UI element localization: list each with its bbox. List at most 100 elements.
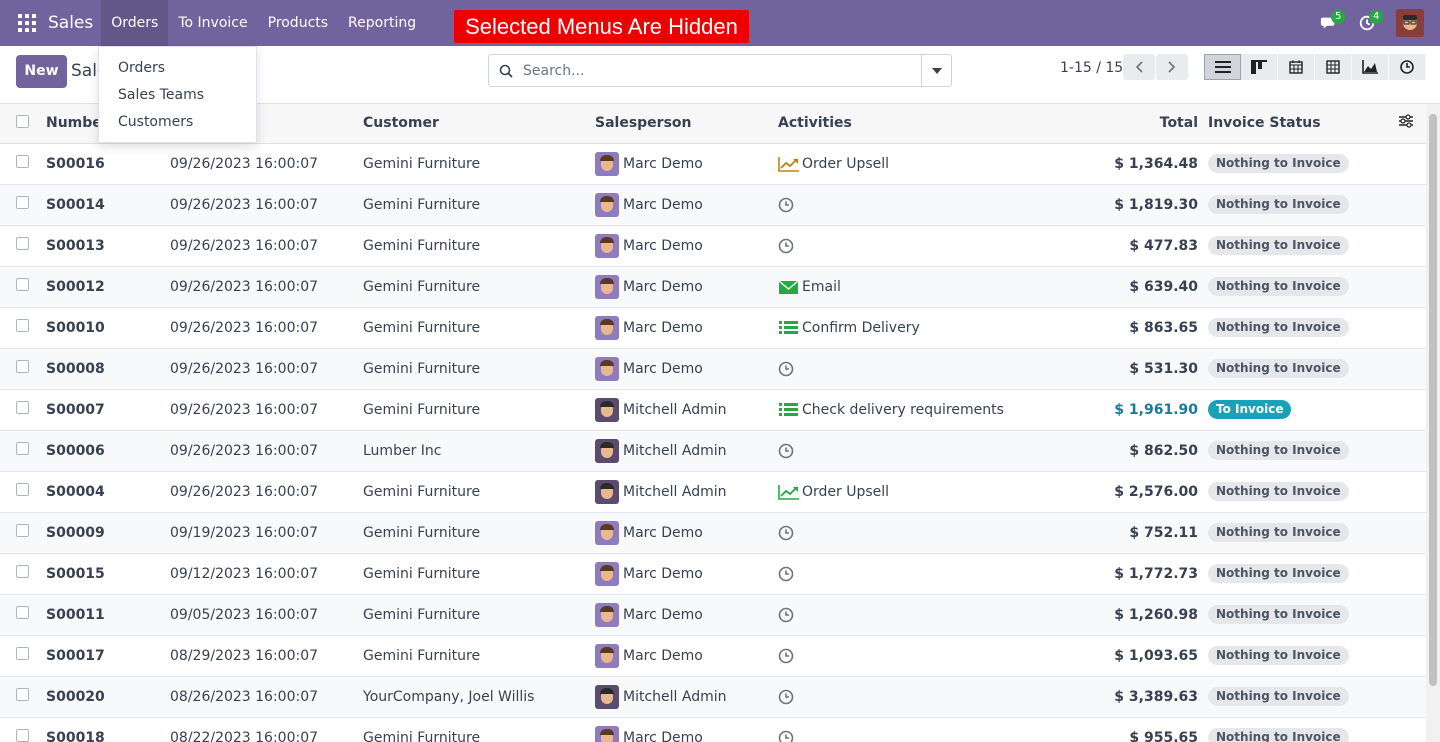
- salesperson[interactable]: Mitchell Admin: [595, 684, 778, 709]
- row-checkbox[interactable]: [16, 278, 29, 291]
- table-row[interactable]: S00018 08/22/2023 16:00:07 Gemini Furnitur…: [0, 717, 1426, 742]
- activity-widget[interactable]: Email: [778, 279, 1058, 295]
- salesperson[interactable]: Marc Demo: [595, 356, 778, 381]
- salesperson[interactable]: Marc Demo: [595, 315, 778, 340]
- row-checkbox[interactable]: [16, 155, 29, 168]
- table-row[interactable]: S00004 09/26/2023 16:00:07 Gemini Furnitur…: [0, 471, 1426, 512]
- activity-widget[interactable]: [778, 361, 1058, 377]
- activity-widget[interactable]: Order Upsell: [778, 156, 1058, 172]
- order-date: 09/19/2023 16:00:07: [170, 524, 319, 541]
- clock-icon: [778, 238, 796, 254]
- activity-widget[interactable]: [778, 238, 1058, 254]
- graph-view-button[interactable]: [1352, 54, 1389, 80]
- list-scrollbar[interactable]: [1426, 104, 1440, 742]
- activity-widget[interactable]: [778, 648, 1058, 664]
- pager-value[interactable]: 1-15 / 15: [1060, 60, 1123, 76]
- row-checkbox[interactable]: [16, 360, 29, 373]
- table-row[interactable]: S00009 09/19/2023 16:00:07 Gemini Furnitur…: [0, 512, 1426, 553]
- dropdown-item-orders[interactable]: Orders: [99, 55, 256, 82]
- salesperson[interactable]: Marc Demo: [595, 602, 778, 627]
- table-row[interactable]: S00016 09/26/2023 16:00:07 Gemini Furnitur…: [0, 143, 1426, 184]
- pager-next-button[interactable]: [1156, 54, 1188, 80]
- menu-products[interactable]: Products: [258, 0, 338, 46]
- column-salesperson[interactable]: Salesperson: [595, 104, 778, 144]
- salesperson[interactable]: Marc Demo: [595, 725, 778, 742]
- salesperson[interactable]: Marc Demo: [595, 274, 778, 299]
- table-row[interactable]: S00013 09/26/2023 16:00:07 Gemini Furnitur…: [0, 225, 1426, 266]
- salesperson[interactable]: Marc Demo: [595, 233, 778, 258]
- row-checkbox[interactable]: [16, 688, 29, 701]
- search-options-toggle[interactable]: [921, 55, 951, 86]
- activity-widget[interactable]: [778, 730, 1058, 742]
- salesperson[interactable]: Marc Demo: [595, 151, 778, 176]
- pager-previous-button[interactable]: [1123, 54, 1155, 80]
- optional-columns-icon[interactable]: [1398, 114, 1414, 128]
- table-row[interactable]: S00006 09/26/2023 16:00:07 Lumber Inc Mitch…: [0, 430, 1426, 471]
- order-date: 08/22/2023 16:00:07: [170, 729, 319, 742]
- activity-widget[interactable]: [778, 566, 1058, 582]
- activity-button[interactable]: 4: [1352, 0, 1384, 46]
- new-button[interactable]: New: [16, 55, 67, 88]
- column-invoice-status[interactable]: Invoice Status: [1208, 104, 1398, 144]
- salesperson[interactable]: Marc Demo: [595, 192, 778, 217]
- dropdown-item-sales-teams[interactable]: Sales Teams: [99, 82, 256, 109]
- table-row[interactable]: S00015 09/12/2023 16:00:07 Gemini Furnitur…: [0, 553, 1426, 594]
- row-checkbox[interactable]: [16, 606, 29, 619]
- row-checkbox[interactable]: [16, 442, 29, 455]
- select-all-checkbox[interactable]: [16, 114, 29, 128]
- order-number: S00011: [46, 606, 105, 623]
- activity-view-button[interactable]: [1389, 54, 1426, 80]
- scroll-thumb[interactable]: [1429, 114, 1437, 686]
- salesperson[interactable]: Mitchell Admin: [595, 479, 778, 504]
- activity-widget[interactable]: [778, 607, 1058, 623]
- menu-orders[interactable]: Orders: [101, 0, 169, 46]
- row-checkbox[interactable]: [16, 483, 29, 496]
- row-checkbox[interactable]: [16, 196, 29, 209]
- menu-reporting[interactable]: Reporting: [338, 0, 426, 46]
- table-row[interactable]: S00007 09/26/2023 16:00:07 Gemini Furnitur…: [0, 389, 1426, 430]
- customer-name: Gemini Furniture: [363, 278, 481, 295]
- salesperson[interactable]: Marc Demo: [595, 643, 778, 668]
- table-row[interactable]: S00020 08/26/2023 16:00:07 YourCompany, Jo…: [0, 676, 1426, 717]
- row-checkbox[interactable]: [16, 647, 29, 660]
- table-row[interactable]: S00012 09/26/2023 16:00:07 Gemini Furnitur…: [0, 266, 1426, 307]
- dropdown-item-customers[interactable]: Customers: [99, 109, 256, 136]
- apps-grid-icon[interactable]: [18, 14, 36, 32]
- row-checkbox[interactable]: [16, 237, 29, 250]
- app-name[interactable]: Sales: [48, 13, 93, 33]
- table-row[interactable]: S00017 08/29/2023 16:00:07 Gemini Furnitur…: [0, 635, 1426, 676]
- salesperson[interactable]: Mitchell Admin: [595, 438, 778, 463]
- pivot-view-button[interactable]: [1315, 54, 1352, 80]
- row-checkbox[interactable]: [16, 319, 29, 332]
- table-row[interactable]: S00010 09/26/2023 16:00:07 Gemini Furnitur…: [0, 307, 1426, 348]
- calendar-view-button[interactable]: [1278, 54, 1315, 80]
- table-row[interactable]: S00008 09/26/2023 16:00:07 Gemini Furnitur…: [0, 348, 1426, 389]
- salesperson[interactable]: Mitchell Admin: [595, 397, 778, 422]
- activity-widget[interactable]: [778, 443, 1058, 459]
- list-view-button[interactable]: [1204, 54, 1241, 80]
- row-checkbox[interactable]: [16, 565, 29, 578]
- activity-widget[interactable]: Confirm Delivery: [778, 320, 1058, 336]
- column-activities[interactable]: Activities: [778, 104, 1058, 144]
- column-total[interactable]: Total: [1058, 104, 1208, 144]
- row-checkbox[interactable]: [16, 401, 29, 414]
- activity-widget[interactable]: [778, 525, 1058, 541]
- table-row[interactable]: S00011 09/05/2023 16:00:07 Gemini Furnitur…: [0, 594, 1426, 635]
- salesperson[interactable]: Marc Demo: [595, 561, 778, 586]
- order-total: $ 862.50: [1129, 442, 1198, 459]
- row-checkbox[interactable]: [16, 524, 29, 537]
- table-row[interactable]: S00014 09/26/2023 16:00:07 Gemini Furnitur…: [0, 184, 1426, 225]
- kanban-view-button[interactable]: [1241, 54, 1278, 80]
- user-avatar[interactable]: [1396, 9, 1424, 37]
- search-input[interactable]: [523, 55, 921, 86]
- menu-to-invoice[interactable]: To Invoice: [168, 0, 257, 46]
- activity-widget[interactable]: [778, 197, 1058, 213]
- order-number: S00016: [46, 155, 105, 172]
- activity-widget[interactable]: Check delivery requirements: [778, 402, 1058, 418]
- chat-button[interactable]: 5: [1314, 0, 1346, 46]
- activity-widget[interactable]: Order Upsell: [778, 484, 1058, 500]
- salesperson[interactable]: Marc Demo: [595, 520, 778, 545]
- column-customer[interactable]: Customer: [363, 104, 595, 144]
- row-checkbox[interactable]: [16, 729, 29, 742]
- activity-widget[interactable]: [778, 689, 1058, 705]
